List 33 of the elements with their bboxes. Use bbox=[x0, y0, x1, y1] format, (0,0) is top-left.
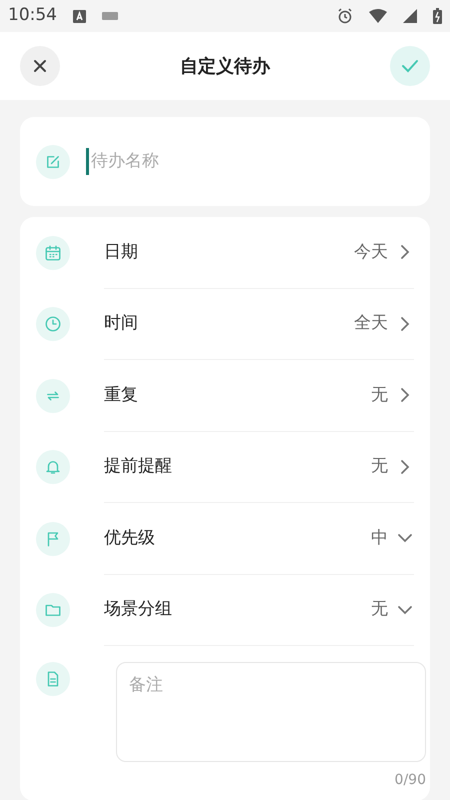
setting-label: 场景分组 bbox=[104, 598, 172, 621]
setting-value[interactable]: 今天 bbox=[354, 240, 388, 265]
character-counter: 0/90 bbox=[394, 771, 426, 790]
setting-label: 优先级 bbox=[104, 526, 155, 550]
calendar-icon bbox=[36, 236, 70, 270]
close-icon bbox=[32, 58, 48, 74]
document-icon bbox=[36, 662, 70, 696]
clock-icon bbox=[36, 307, 70, 342]
note-field[interactable]: 备注 bbox=[116, 662, 426, 762]
setting-value[interactable]: 无 bbox=[371, 454, 388, 480]
setting-value[interactable]: 无 bbox=[371, 382, 388, 408]
page-title: 自定义待办 bbox=[180, 54, 270, 78]
keyboard-a-icon bbox=[73, 10, 86, 22]
battery-icon bbox=[433, 8, 442, 24]
flag-icon bbox=[36, 522, 70, 556]
edit-icon bbox=[36, 144, 70, 178]
setting-label: 重复 bbox=[104, 384, 138, 406]
repeat-icon bbox=[36, 378, 70, 413]
alarm-icon bbox=[337, 8, 353, 24]
close-button[interactable] bbox=[20, 46, 60, 86]
setting-label: 提前提醒 bbox=[104, 455, 172, 478]
setting-value[interactable]: 中 bbox=[371, 526, 388, 551]
folder-icon bbox=[36, 593, 70, 628]
status-time: 10:54 bbox=[8, 4, 57, 28]
wifi-icon bbox=[369, 9, 387, 23]
setting-label: 时间 bbox=[104, 312, 138, 335]
setting-label: 日期 bbox=[104, 240, 138, 264]
setting-value[interactable]: 全天 bbox=[354, 311, 388, 336]
signal-icon bbox=[403, 9, 417, 23]
keyboard-icon bbox=[102, 12, 118, 20]
bell-icon bbox=[36, 450, 70, 484]
setting-value[interactable]: 无 bbox=[371, 597, 388, 622]
todo-name-field[interactable]: 待办名称 bbox=[86, 148, 414, 176]
